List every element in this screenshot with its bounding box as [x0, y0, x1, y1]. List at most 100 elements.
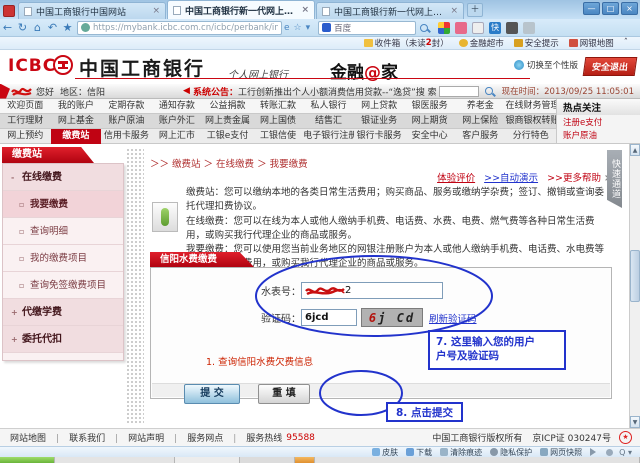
nav-item[interactable]: 电子银行注册 — [303, 129, 354, 144]
nav-item[interactable]: 银医服务 — [404, 99, 455, 114]
sidebar-item[interactable]: +代缴学费 — [3, 299, 123, 326]
nav-item[interactable]: 网上汇市 — [152, 129, 203, 144]
url-dropdown-icon[interactable]: ▾ — [306, 23, 311, 33]
nav-item[interactable]: 通知存款 — [152, 99, 203, 114]
nav-item[interactable]: 安全中心 — [404, 129, 455, 144]
taskbar-item[interactable] — [315, 457, 640, 463]
scroll-down-icon[interactable]: ▼ — [630, 416, 640, 428]
footer-link[interactable]: 服务网点 — [187, 431, 236, 444]
nav-item[interactable]: 结售汇 — [303, 114, 354, 129]
nav-item[interactable]: 银行卡服务 — [354, 129, 405, 144]
sidebar-item[interactable]: ▫查询明细 — [3, 218, 123, 245]
nav-item[interactable]: 网上贵金属 — [202, 114, 253, 129]
browser-tab[interactable]: 中国工商银行中国网站 × — [18, 2, 166, 19]
footer-link[interactable]: 网站地图 — [10, 431, 59, 444]
experience-eval-link[interactable]: 体验评价 — [437, 173, 475, 184]
bank-map-link[interactable]: 网银地图 — [569, 37, 614, 49]
nav-item[interactable]: 银商银权转账 — [505, 114, 556, 129]
finance-market-link[interactable]: 金融超市 — [459, 37, 504, 49]
extensions-icon[interactable] — [506, 22, 518, 34]
speaker-icon[interactable] — [590, 448, 600, 456]
nav-item[interactable]: 工行理财 — [0, 114, 51, 129]
taskbar-item[interactable] — [295, 457, 315, 463]
nav-item[interactable]: 网上期货 — [404, 114, 455, 129]
captcha-input[interactable]: 6jcd — [301, 309, 357, 326]
sidebar-item[interactable]: ▫我的缴费项目 — [3, 245, 123, 272]
taskbar-item[interactable] — [175, 457, 240, 463]
tab-close-icon[interactable]: × — [152, 6, 160, 16]
new-tab-button[interactable]: ＋ — [467, 3, 483, 17]
nav-item[interactable]: 账户原油 — [101, 114, 152, 129]
app-market-icon[interactable] — [438, 22, 450, 34]
nav-item[interactable]: 工银e支付 — [202, 129, 253, 144]
collapse-bar-icon[interactable]: ˆ — [624, 38, 628, 48]
sidebar-item[interactable]: ▫我要缴费 — [3, 191, 123, 218]
switch-version-link[interactable]: 切换至个性版 — [514, 59, 578, 71]
taskbar-item[interactable] — [240, 457, 295, 463]
os-taskbar[interactable] — [0, 457, 640, 463]
nav-item[interactable]: 欢迎页面 — [0, 99, 51, 114]
nav-item[interactable]: 养老金 — [455, 99, 506, 114]
tab-close-icon[interactable]: × — [301, 5, 309, 15]
tab-close-icon[interactable]: × — [450, 6, 458, 16]
submit-button[interactable]: 提 交 — [184, 384, 240, 404]
nav-item[interactable]: 网上保险 — [455, 114, 506, 129]
footer-link[interactable]: 网站声明 — [128, 431, 177, 444]
sidebar-item[interactable]: ▫查询免签缴费项目 — [3, 272, 123, 299]
page-scrollbar[interactable]: ▲ ▼ — [629, 144, 640, 428]
ie-compat-icon[interactable]: e — [284, 23, 290, 33]
sidebar-item[interactable]: +委托代扣 — [3, 326, 123, 353]
browser-tab[interactable]: 中国工商银行新一代网上银行 × — [167, 0, 315, 19]
favorites-manager-icon[interactable] — [455, 22, 467, 34]
nav-item[interactable]: 定期存款 — [101, 99, 152, 114]
scroll-up-icon[interactable]: ▲ — [630, 144, 640, 156]
nav-item[interactable]: 网上基金 — [51, 114, 102, 129]
privacy-button[interactable]: 隐私保护 — [490, 447, 532, 458]
url-input[interactable]: https://mybank.icbc.com.cn/icbc/perbank/… — [77, 21, 282, 35]
search-input[interactable]: 百度 — [318, 21, 416, 35]
tools-wrench-icon[interactable] — [523, 22, 535, 34]
nav-item[interactable]: 网上国债 — [253, 114, 304, 129]
captcha-image[interactable]: 6j Cd — [361, 308, 423, 327]
more-help-link[interactable]: >>更多帮助 — [547, 173, 601, 184]
nav-item[interactable]: 信用卡服务 — [101, 129, 152, 144]
nav-item[interactable]: 私人银行 — [303, 99, 354, 114]
back-icon[interactable]: ← — [0, 21, 15, 34]
hot-topic-link[interactable]: 注册e支付 — [557, 115, 640, 128]
nav-item[interactable]: 网上预约 — [0, 129, 51, 144]
announcement-text[interactable]: 工行创新推出个人小额消费信用贷款--“逸贷” — [238, 85, 416, 98]
site-search-input[interactable] — [439, 86, 480, 97]
nav-item[interactable]: 网上贷款 — [354, 99, 405, 114]
nav-item[interactable]: 账户外汇 — [152, 114, 203, 129]
nav-item[interactable]: 转账汇款 — [253, 99, 304, 114]
taskbar-start-segment[interactable] — [0, 457, 55, 463]
site-search-icon[interactable] — [485, 87, 492, 95]
scrollbar-thumb[interactable] — [630, 250, 640, 302]
undo-icon[interactable]: ↶ — [45, 21, 60, 34]
window-control-button[interactable]: □ — [602, 2, 619, 15]
security-tips-link[interactable]: 安全提示 — [514, 37, 559, 49]
search-icon[interactable] — [420, 24, 428, 32]
clear-traces-button[interactable]: 清除痕迹 — [440, 447, 482, 458]
window-control-button[interactable]: — — [583, 2, 600, 15]
nav-item[interactable]: 在线财务管理 — [505, 99, 556, 114]
reset-button[interactable]: 重 填 — [258, 384, 310, 404]
favorites-star-icon[interactable]: ★ — [60, 21, 75, 34]
logout-button[interactable]: 安全退出 — [583, 57, 638, 76]
nav-item[interactable]: 我的账户 — [51, 99, 102, 114]
sidebar-item[interactable]: -在线缴费 — [3, 164, 123, 191]
footer-link[interactable]: 联系我们 — [69, 431, 118, 444]
zoom-control-icon[interactable]: Q ▾ — [619, 448, 632, 457]
quick-channel-tab[interactable]: 快速通道 — [607, 150, 622, 208]
nav-item[interactable]: 工银信使 — [253, 129, 304, 144]
nav-item[interactable]: 银证业务 — [354, 114, 405, 129]
browser-tab[interactable]: 中国工商银行新一代网上银行 × — [316, 2, 464, 19]
download-button[interactable]: 下载 — [406, 447, 432, 458]
refresh-captcha-link[interactable]: 刷新验证码 — [429, 311, 477, 325]
home-icon[interactable]: ⌂ — [30, 21, 45, 34]
nav-item[interactable]: 分行特色 — [505, 129, 556, 144]
bookmark-star-icon[interactable]: ☆ — [294, 23, 302, 33]
breadcrumb[interactable]: ＞＞ 缴费站 ＞ 在线缴费 ＞ 我要缴费 — [150, 156, 308, 170]
inbox-link[interactable]: 收件箱（未读2封） — [364, 37, 449, 49]
meter-number-input[interactable]: 2 — [301, 282, 443, 299]
